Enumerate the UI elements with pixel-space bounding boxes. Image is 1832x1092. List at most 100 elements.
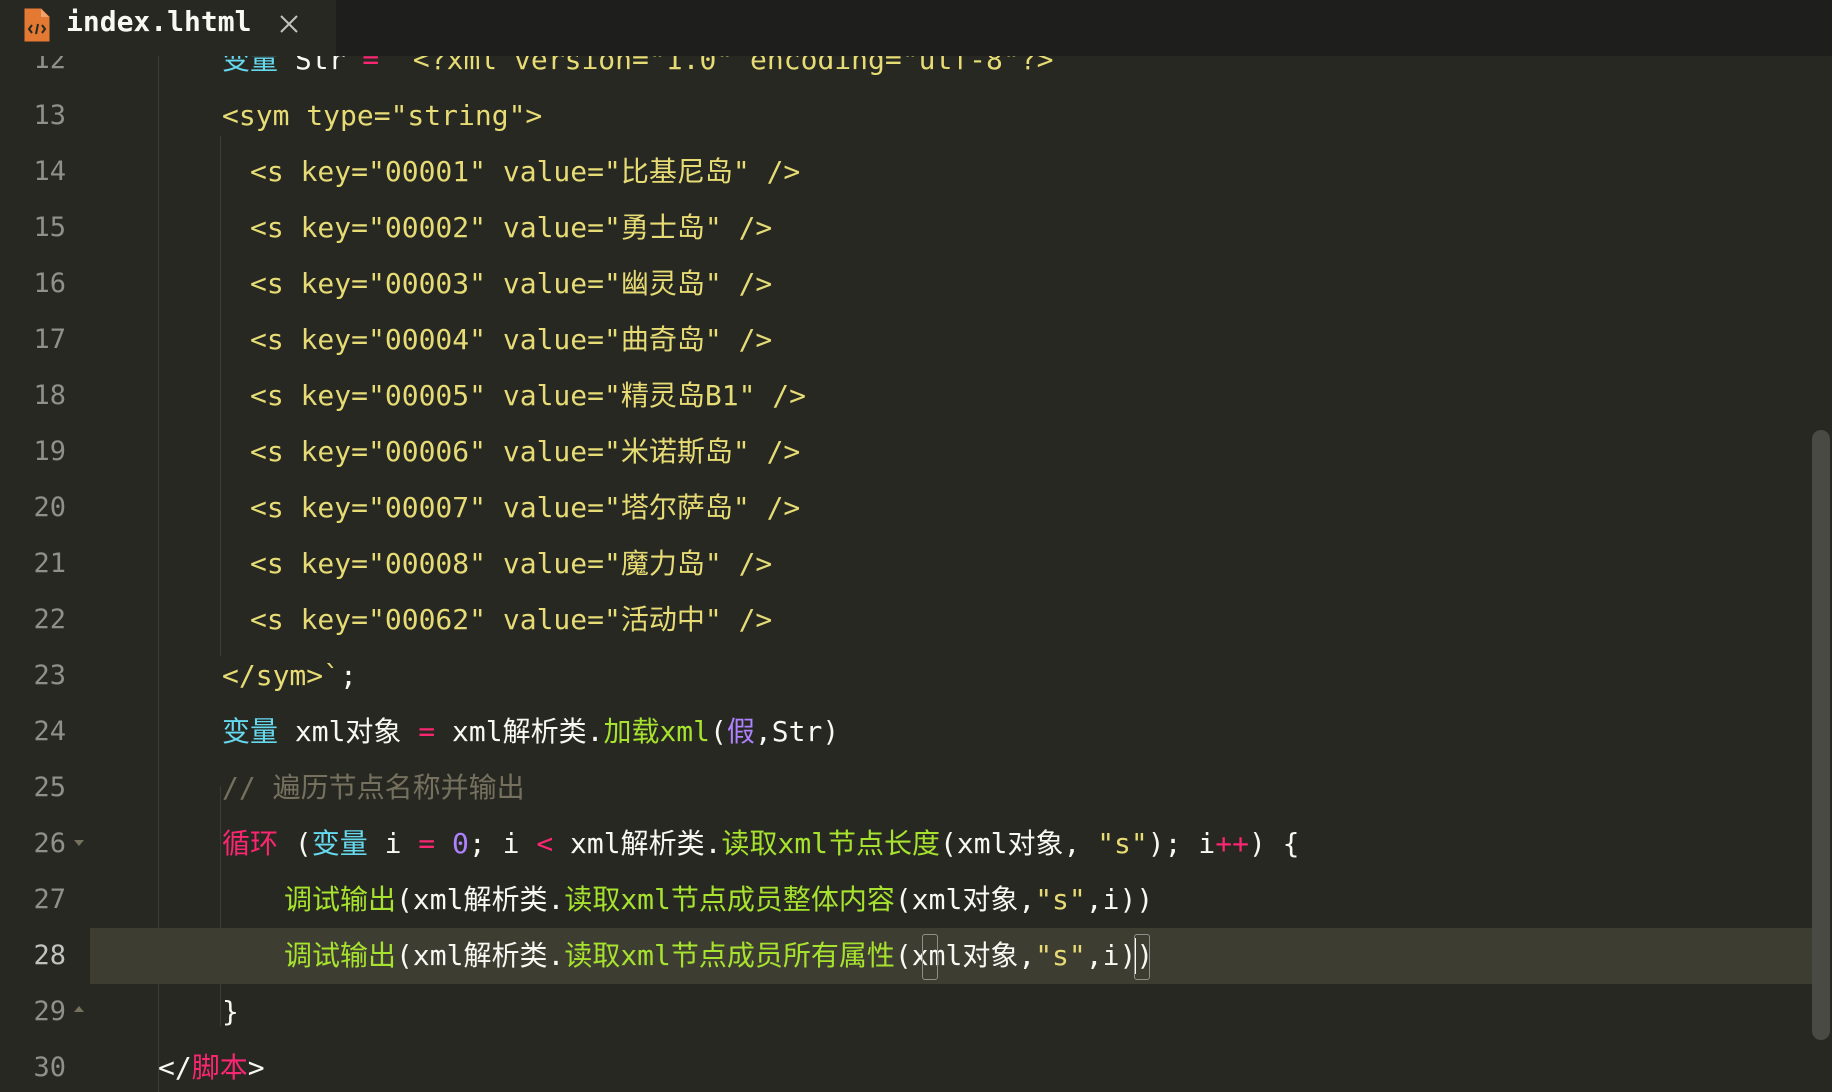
code-text: 变量 Str = `<?xml version="1.0" encoding="… [222, 56, 1053, 88]
tab-title: index.lhtml [66, 5, 252, 38]
code-line[interactable]: 16 <s key="00003" value="幽灵岛" /> [0, 256, 1812, 312]
line-number: 13 [33, 100, 66, 131]
code-line[interactable]: 14 <s key="00001" value="比基尼岛" /> [0, 144, 1812, 200]
code-token: ++ [1215, 827, 1249, 860]
code-token: "s" [1035, 939, 1086, 972]
code-text: <s key="00062" value="活动中" /> [250, 592, 772, 648]
code-token: ,Str) [754, 715, 840, 748]
code-line[interactable]: 20 <s key="00007" value="塔尔萨岛" /> [0, 480, 1812, 536]
line-number: 21 [33, 548, 66, 579]
code-token: (xml解析类. [396, 883, 565, 916]
code-token: xml对象 [294, 715, 419, 748]
tab-index-lhtml[interactable]: index.lhtml [0, 0, 336, 56]
code-token: ) { [1248, 827, 1300, 860]
code-token: ; i [468, 827, 537, 860]
line-number: 19 [33, 436, 66, 467]
code-token: `<?xml version="1.0" encoding="utf-8"?> [396, 56, 1054, 76]
code-text: <s key="00006" value="米诺斯岛" /> [250, 424, 800, 480]
close-icon[interactable] [276, 11, 302, 37]
line-gutter: 28 [0, 928, 90, 984]
code-token: 0 [452, 827, 469, 860]
fold-closed-icon[interactable] [74, 1006, 84, 1012]
code-line[interactable]: 27 调试输出(xml解析类.读取xml节点成员整体内容(xml对象,"s",i)… [0, 872, 1812, 928]
line-number: 20 [33, 492, 66, 523]
code-token: <s key="00005" value="精灵岛B1" /> [250, 379, 807, 412]
code-token: 调试输出 [284, 883, 397, 916]
code-token: xml解析类. [570, 827, 722, 860]
code-token: "s" [1097, 827, 1148, 860]
line-gutter: 13 [0, 88, 90, 144]
fold-open-icon[interactable] [74, 840, 84, 846]
code-token: "s" [1035, 883, 1086, 916]
code-token: <s key="00004" value="曲奇岛" /> [250, 323, 773, 356]
code-token: </ [158, 1051, 192, 1084]
code-token: (xml解析类. [396, 939, 565, 972]
code-line[interactable]: 12 变量 Str = `<?xml version="1.0" encoding… [0, 56, 1812, 88]
code-line[interactable]: 19 <s key="00006" value="米诺斯岛" /> [0, 424, 1812, 480]
code-token: <s key="00062" value="活动中" /> [250, 603, 773, 636]
line-number: 26 [33, 828, 66, 859]
code-text: <s key="00003" value="幽灵岛" /> [250, 256, 772, 312]
line-gutter: 12 [0, 56, 90, 88]
code-token: ; [340, 659, 357, 692]
code-line[interactable]: 24 变量 xml对象 = xml解析类.加载xml(假,Str) [0, 704, 1812, 760]
code-line[interactable]: 17 <s key="00004" value="曲奇岛" /> [0, 312, 1812, 368]
code-line[interactable]: 15 <s key="00002" value="勇士岛" /> [0, 200, 1812, 256]
code-line[interactable]: 30 </脚本> [0, 1040, 1812, 1092]
code-token: } [222, 995, 239, 1028]
code-token: 循环 [222, 827, 295, 860]
code-token: Str [294, 56, 363, 76]
code-token: (xml对象, [940, 827, 1098, 860]
code-token: 变量 [222, 56, 295, 76]
code-token: ,i)) [1085, 883, 1154, 916]
code-text: <s key="00008" value="魔力岛" /> [250, 536, 772, 592]
code-token: 假 [726, 715, 755, 748]
code-token: xml解析类 [452, 715, 587, 748]
line-gutter: 25 [0, 760, 90, 816]
code-editor[interactable]: 12 变量 Str = `<?xml version="1.0" encoding… [0, 56, 1812, 1092]
line-gutter: 26 [0, 816, 90, 872]
code-text: </sym>`; [222, 648, 357, 704]
code-token: </sym>` [222, 659, 341, 692]
code-text: 调试输出(xml解析类.读取xml节点成员所有属性(xml对象,"s",i)) [284, 928, 1153, 984]
line-number: 28 [33, 940, 66, 971]
code-text: } [222, 984, 239, 1040]
code-text: <s key="00002" value="勇士岛" /> [250, 200, 772, 256]
line-number: 15 [33, 212, 66, 243]
code-token: 读取xml节点成员整体内容 [564, 883, 895, 916]
code-token: ( [294, 827, 312, 860]
code-line[interactable]: 23 </sym>`; [0, 648, 1812, 704]
line-number: 30 [33, 1052, 66, 1083]
line-number: 16 [33, 268, 66, 299]
line-number: 14 [33, 156, 66, 187]
code-token: 读取xml节点长度 [721, 827, 941, 860]
code-token: <s key="00001" value="比基尼岛" /> [250, 155, 801, 188]
line-number: 25 [33, 772, 66, 803]
bracket-match-highlight [1134, 934, 1150, 980]
code-line[interactable]: 26 循环 (变量 i = 0; i < xml解析类.读取xml节点长度(xml… [0, 816, 1812, 872]
code-text: <s key="00004" value="曲奇岛" /> [250, 312, 772, 368]
code-line[interactable]: 13 <sym type="string"> [0, 88, 1812, 144]
code-text: 调试输出(xml解析类.读取xml节点成员整体内容(xml对象,"s",i)) [284, 872, 1153, 928]
code-token: <sym type="string"> [222, 99, 543, 132]
bracket-match-highlight [922, 934, 938, 980]
code-line[interactable]: 18 <s key="00005" value="精灵岛B1" /> [0, 368, 1812, 424]
line-gutter: 14 [0, 144, 90, 200]
code-line[interactable]: 29} [0, 984, 1812, 1040]
line-gutter: 15 [0, 200, 90, 256]
code-line[interactable]: 22 <s key="00062" value="活动中" /> [0, 592, 1812, 648]
code-token: > [247, 1051, 265, 1084]
code-line[interactable]: 25 // 遍历节点名称并输出 [0, 760, 1812, 816]
code-token: 变量 [222, 715, 295, 748]
code-token: (xml对象, [894, 883, 1036, 916]
indent-guide [220, 136, 221, 656]
line-number: 27 [33, 884, 66, 915]
line-number: 18 [33, 380, 66, 411]
code-line[interactable]: 21 <s key="00008" value="魔力岛" /> [0, 536, 1812, 592]
scrollbar-thumb[interactable] [1812, 430, 1830, 1040]
code-line[interactable]: 28 调试输出(xml解析类.读取xml节点成员所有属性(xml对象,"s",i)… [0, 928, 1812, 984]
code-text: <s key="00005" value="精灵岛B1" /> [250, 368, 806, 424]
line-number: 22 [33, 604, 66, 635]
code-text: <s key="00007" value="塔尔萨岛" /> [250, 480, 800, 536]
line-gutter: 17 [0, 312, 90, 368]
